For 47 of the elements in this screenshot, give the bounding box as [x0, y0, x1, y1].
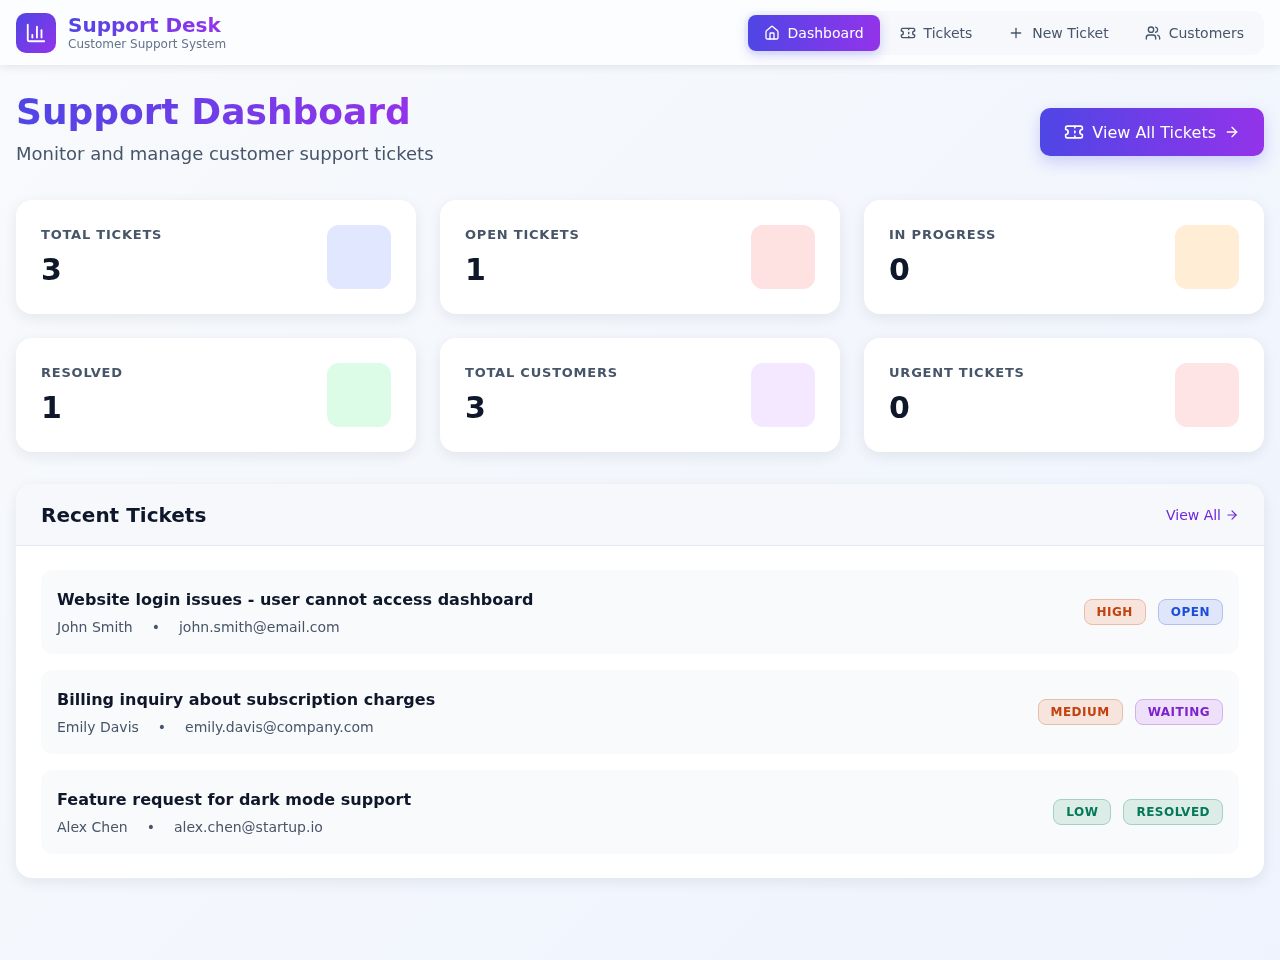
ticket-item[interactable]: Billing inquiry about subscription charges Emily Davis • emily.davis@company.com MEDIUM WAITING	[41, 670, 1239, 754]
ticket-tag: LOW	[1053, 799, 1112, 825]
customer-name: Alex Chen	[57, 818, 128, 835]
stat-value: 3	[41, 254, 63, 286]
stat-label: TOTAL CUSTOMERS	[465, 365, 618, 380]
stat-value: 0	[889, 392, 911, 424]
app-subtitle: Customer Support System	[68, 37, 227, 52]
users-icon	[1144, 24, 1161, 41]
stat-value: 0	[889, 254, 911, 286]
ticket-title: Billing inquiry about subscription charges	[57, 689, 436, 709]
ticket-tag: WAITING	[1134, 699, 1223, 725]
customer-email: john.smith@email.com	[178, 618, 340, 635]
ticket-tag: RESOLVED	[1123, 799, 1223, 825]
separator-dot: •	[157, 718, 167, 735]
ticket-tag: OPEN	[1157, 599, 1223, 625]
ticket-item[interactable]: Feature request for dark mode support Alex Chen • alex.chen@startup.io LOW RESOLVED	[41, 770, 1239, 854]
bar-chart-logo-icon	[16, 12, 56, 53]
ticket-tag: MEDIUM	[1037, 699, 1123, 725]
customer-name: Emily Davis	[57, 718, 139, 735]
view-all-link[interactable]: View All	[1165, 506, 1239, 523]
nav-tab[interactable]: Dashboard	[747, 14, 880, 51]
customer-name: John Smith	[57, 618, 133, 635]
ticket-title: Website login issues - user cannot access dashboard	[57, 589, 534, 609]
stat-value: 1	[41, 392, 63, 424]
stat-label: TOTAL TICKETS	[41, 227, 163, 242]
stat-value: 3	[465, 392, 487, 424]
nav-tab[interactable]: Tickets	[883, 14, 989, 51]
customer-email: emily.davis@company.com	[185, 718, 374, 735]
ticket-item[interactable]: Website login issues - user cannot access dashboard John Smith • john.smith@email.com HIGH OPEN	[41, 570, 1239, 654]
nav-tab[interactable]: New Ticket	[992, 14, 1125, 51]
stat-label: RESOLVED	[41, 365, 123, 380]
stat-label: URGENT TICKETS	[889, 365, 1025, 380]
stat-value: 1	[465, 254, 487, 286]
arrow-right-icon	[1224, 124, 1240, 140]
house-icon	[763, 24, 780, 41]
separator-dot: •	[151, 618, 160, 635]
ticket-icon	[1064, 122, 1085, 142]
nav-tab[interactable]: Customers	[1128, 14, 1260, 51]
ticket-tag: HIGH	[1083, 599, 1146, 625]
ticket-title: Feature request for dark mode support	[57, 789, 412, 809]
customer-email: alex.chen@startup.io	[174, 818, 323, 835]
view-all-tickets-button[interactable]: View All Tickets	[1040, 108, 1264, 156]
stat-label: IN PROGRESS	[889, 227, 997, 242]
separator-dot: •	[146, 818, 155, 835]
panel-title: Recent Tickets	[41, 502, 207, 527]
stat-label: OPEN TICKETS	[465, 227, 580, 242]
page-subtitle: Monitor and manage customer support tickets	[16, 142, 434, 166]
